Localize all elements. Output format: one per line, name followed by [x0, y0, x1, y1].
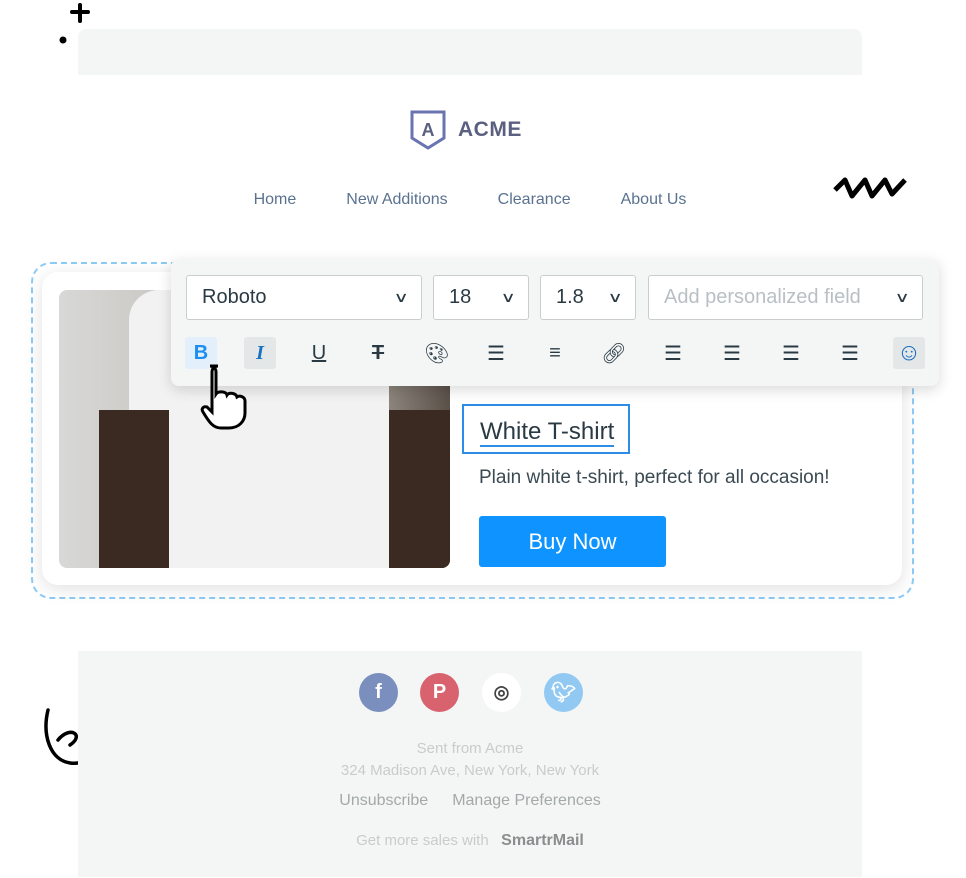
instagram-icon[interactable]: ◎: [482, 673, 521, 712]
email-header-bar: [78, 29, 862, 75]
placeholder: Add personalized field: [664, 286, 861, 308]
size-value: 18: [449, 286, 472, 308]
facebook-icon[interactable]: f: [359, 673, 398, 712]
palette-icon[interactable]: 🎨︎: [421, 337, 453, 369]
chevron-down-icon: ∨: [894, 289, 910, 305]
sent-from: Sent from Acme: [416, 740, 524, 757]
font-family-select[interactable]: Roboto ∨: [186, 275, 422, 320]
line-height-value: 1.8: [556, 286, 584, 308]
numbered-list-icon[interactable]: ≡: [539, 337, 571, 369]
italic-icon[interactable]: I: [244, 337, 276, 369]
smartrmail-logo[interactable]: SmartrMail: [501, 832, 584, 849]
email-footer: f P ◎ 🐦︎ Sent from Acme 324 Madison Ave,…: [78, 651, 862, 877]
bullet-list-icon[interactable]: ☰: [480, 337, 512, 369]
pinterest-icon[interactable]: P: [420, 673, 459, 712]
strikethrough-icon[interactable]: T: [362, 337, 394, 369]
chevron-down-icon: ∨: [607, 289, 623, 305]
brand-logo: A ACME: [410, 110, 522, 150]
nav-home[interactable]: Home: [254, 191, 297, 209]
manage-preferences-link[interactable]: Manage Preferences: [452, 792, 601, 809]
link-icon[interactable]: 🔗︎: [598, 337, 630, 369]
justify-icon[interactable]: ☰: [834, 337, 866, 369]
address: 324 Madison Ave, New York, New York: [340, 762, 600, 779]
align-left-icon[interactable]: ☰: [657, 337, 689, 369]
emoji-icon[interactable]: ☺: [893, 337, 925, 369]
promo-text: Get more sales with: [356, 832, 489, 849]
align-center-icon[interactable]: ☰: [716, 337, 748, 369]
nav-new-additions[interactable]: New Additions: [346, 191, 447, 209]
product-description[interactable]: Plain white t-shirt, perfect for all occ…: [479, 467, 830, 489]
text-format-toolbar: Roboto ∨ 18 ∨ 1.8 ∨ Add personalized field ∨…: [171, 259, 939, 386]
svg-text:A: A: [422, 120, 435, 140]
hand-pointer-cursor-icon: [200, 364, 247, 430]
line-height-select[interactable]: 1.8 ∨: [540, 275, 636, 320]
shield-logo-icon: A: [410, 110, 446, 150]
font-value: Roboto: [202, 286, 267, 308]
font-size-select[interactable]: 18 ∨: [433, 275, 529, 320]
unsubscribe-link[interactable]: Unsubscribe: [339, 792, 428, 809]
underline-icon[interactable]: U: [303, 337, 335, 369]
chevron-down-icon: ∨: [500, 289, 516, 305]
product-title[interactable]: White T-shirt: [480, 418, 615, 447]
buy-now-button[interactable]: Buy Now: [479, 516, 666, 567]
product-title-editable[interactable]: White T-shirt: [462, 404, 631, 454]
chevron-down-icon: ∨: [393, 289, 409, 305]
nav-clearance[interactable]: Clearance: [498, 191, 571, 209]
nav-about-us[interactable]: About Us: [621, 191, 687, 209]
brand-name: ACME: [458, 118, 522, 141]
twitter-icon[interactable]: 🐦︎: [544, 673, 583, 712]
personalized-field-select[interactable]: Add personalized field ∨: [648, 275, 923, 320]
main-nav: Home New Additions Clearance About Us: [0, 191, 940, 209]
align-right-icon[interactable]: ☰: [775, 337, 807, 369]
